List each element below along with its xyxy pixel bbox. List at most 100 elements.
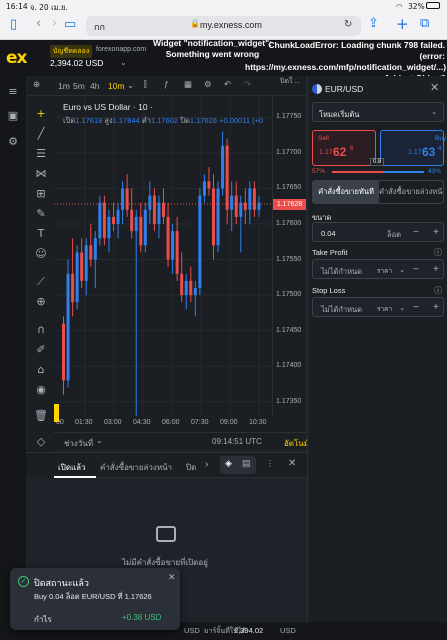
- gear-icon[interactable]: ⚙: [5, 134, 21, 150]
- x-tick-label: 04:30: [133, 419, 151, 426]
- layout-icon[interactable]: ▦: [184, 79, 192, 90]
- lock-icon[interactable]: ⌂: [33, 362, 49, 378]
- eye-icon[interactable]: ◉: [33, 382, 49, 398]
- candle-body: [152, 195, 156, 224]
- status-time: 16:14: [6, 2, 28, 11]
- volume-decrease[interactable]: −: [413, 227, 419, 238]
- settings-icon[interactable]: ⚙: [204, 79, 212, 90]
- tf-4h[interactable]: 4h: [90, 81, 99, 91]
- menu-icon[interactable]: ≡: [5, 84, 21, 100]
- take-profit-input[interactable]: ไม่ได้กำหนด ราคา ⌄ − +: [312, 259, 444, 279]
- sl-increase[interactable]: +: [433, 302, 439, 313]
- price-chart[interactable]: Euro vs US Dollar · 10 · เปิด1.17618 สูง…: [54, 96, 272, 432]
- tf-1m[interactable]: 1m: [58, 81, 70, 91]
- time-axis[interactable]: 00 01:30 03:00 04:30 06:00 07:30 09:00 10:30: [54, 416, 306, 432]
- candle-body: [143, 209, 147, 246]
- candle-body: [193, 288, 197, 296]
- tp-increase[interactable]: +: [433, 264, 439, 275]
- sell-button[interactable]: Sell 1.17 62 6: [312, 130, 376, 166]
- info-icon[interactable]: ⓘ: [434, 247, 442, 258]
- ruler-icon[interactable]: ⟋: [33, 274, 49, 290]
- close-icon[interactable]: ✕: [430, 81, 439, 94]
- tab-closed[interactable]: ปิด: [186, 461, 196, 474]
- candle-body: [75, 252, 79, 303]
- candle-body: [134, 216, 138, 232]
- sl-decrease[interactable]: −: [413, 302, 419, 313]
- back-icon[interactable]: ‹: [36, 16, 41, 31]
- order-panel: EUR/USD ✕ โหมดเริ่มต้น ⌄ Sell 1.17 62 6 …: [307, 76, 447, 626]
- price-axis[interactable]: 1.17750 1.17700 1.17650 1.17600 1.17550 1.175…: [272, 96, 306, 432]
- tab-market-order[interactable]: คำสั่งซื้อขายทันที: [313, 181, 379, 203]
- text-icon[interactable]: T: [33, 226, 49, 242]
- chevron-right-icon[interactable]: ›: [205, 459, 208, 470]
- stack-icon[interactable]: ▤: [242, 458, 251, 469]
- buy-button[interactable]: Buy 1.17 63 4: [380, 130, 446, 166]
- emoji-icon[interactable]: ☺: [33, 246, 49, 262]
- crosshair-icon[interactable]: +: [33, 106, 49, 122]
- account-balance[interactable]: 2,394.02 USD: [50, 58, 103, 68]
- chevron-down-icon[interactable]: ⌄: [127, 80, 134, 91]
- tabs-icon[interactable]: ⧉: [420, 16, 429, 31]
- chevron-down-icon: ⌄: [399, 303, 406, 312]
- trash-icon[interactable]: 🗑: [33, 408, 49, 424]
- x-tick-label: 10:30: [249, 419, 267, 426]
- candles-svg: [54, 96, 272, 416]
- forward-icon[interactable]: ›: [52, 16, 57, 31]
- chart-close-label[interactable]: ปิดใ ...: [280, 78, 304, 86]
- bottom-spacer: [26, 452, 54, 478]
- account-site: forexonapp.com: [96, 46, 147, 53]
- info-icon[interactable]: ⓘ: [434, 285, 442, 296]
- fib-icon[interactable]: ☰: [33, 146, 49, 162]
- period-selector[interactable]: ช่วงวันที่: [64, 437, 93, 450]
- redo-icon[interactable]: ↷: [244, 79, 251, 90]
- tf-5m[interactable]: 5m: [73, 81, 85, 91]
- x-tick-label: 09:00: [220, 419, 238, 426]
- address-bar[interactable]: กก 🔒 my.exness.com ↻: [86, 16, 361, 36]
- zoom-icon[interactable]: ⊕: [33, 294, 49, 310]
- close-icon[interactable]: ✕: [168, 572, 176, 583]
- ohlc-open-label: เปิด: [63, 116, 76, 125]
- trendline-icon[interactable]: ╱: [33, 126, 49, 142]
- brush-icon[interactable]: ✎: [33, 206, 49, 222]
- symbol-name: EUR/USD: [325, 84, 364, 94]
- briefcase-icon[interactable]: ▣: [5, 108, 21, 124]
- position-closed-toast[interactable]: ✓ ปิดสถานะแล้ว ✕ Buy 0.04 ล็อต EUR/USD ท…: [10, 568, 180, 630]
- candle-body: [157, 202, 161, 224]
- add-indicator-icon[interactable]: ⊕: [33, 79, 40, 90]
- new-tab-icon[interactable]: +: [396, 15, 409, 33]
- measure-icon[interactable]: ⊞: [33, 186, 49, 202]
- candle-body: [216, 188, 220, 246]
- ohlc-open: 1.17618: [75, 116, 103, 125]
- layers-icon[interactable]: ◈: [225, 458, 232, 469]
- more-icon[interactable]: ⋮: [266, 459, 274, 468]
- magnet-icon[interactable]: ∩: [33, 322, 49, 338]
- tab-pending-order[interactable]: คำสั่งซื้อขายล่วงหน้า: [379, 181, 443, 203]
- undo-icon[interactable]: ↶: [224, 79, 231, 90]
- stop-loss-input[interactable]: ไม่ได้กำหนด ราคา ⌄ − +: [312, 297, 444, 317]
- pencil-lock-icon[interactable]: ✐: [33, 342, 49, 358]
- tf-10m[interactable]: 10m: [108, 81, 125, 91]
- collapse-icon[interactable]: ◇: [33, 434, 49, 450]
- tab-pending[interactable]: คำสั่งซื้อขายล่วงหน้า: [100, 461, 172, 474]
- tab-open[interactable]: เปิดแล้ว: [58, 461, 86, 474]
- footer-margin-value: 2,394.02: [234, 626, 264, 635]
- exness-logo[interactable]: ex: [6, 48, 27, 68]
- mode-selector[interactable]: โหมดเริ่มต้น ⌄: [312, 102, 444, 122]
- tp-label: Take Profit: [312, 248, 348, 257]
- reload-icon[interactable]: ↻: [344, 19, 352, 30]
- volume-increase[interactable]: +: [433, 227, 439, 238]
- tp-decrease[interactable]: −: [413, 264, 419, 275]
- sidebar-icon[interactable]: ▯: [10, 17, 17, 32]
- sl-value: ไม่ได้กำหนด: [321, 305, 363, 314]
- bookmarks-icon[interactable]: ▭: [64, 17, 76, 32]
- volume-input[interactable]: 0.04 ล็อต − +: [312, 222, 444, 242]
- share-icon[interactable]: ⇪: [368, 16, 379, 31]
- pattern-icon[interactable]: ⋈: [33, 166, 49, 182]
- indicators-icon[interactable]: ƒ: [164, 79, 169, 89]
- chart-type-icon[interactable]: ⫿: [144, 79, 147, 90]
- chevron-down-icon[interactable]: ⌄: [120, 58, 127, 67]
- close-icon[interactable]: ✕: [288, 458, 296, 469]
- sl-unit: ราคา: [377, 306, 393, 313]
- chunk-error-message: ChunkLoadError: Loading chunk 798 failed…: [245, 40, 447, 76]
- chevron-down-icon[interactable]: ⌄: [96, 436, 103, 445]
